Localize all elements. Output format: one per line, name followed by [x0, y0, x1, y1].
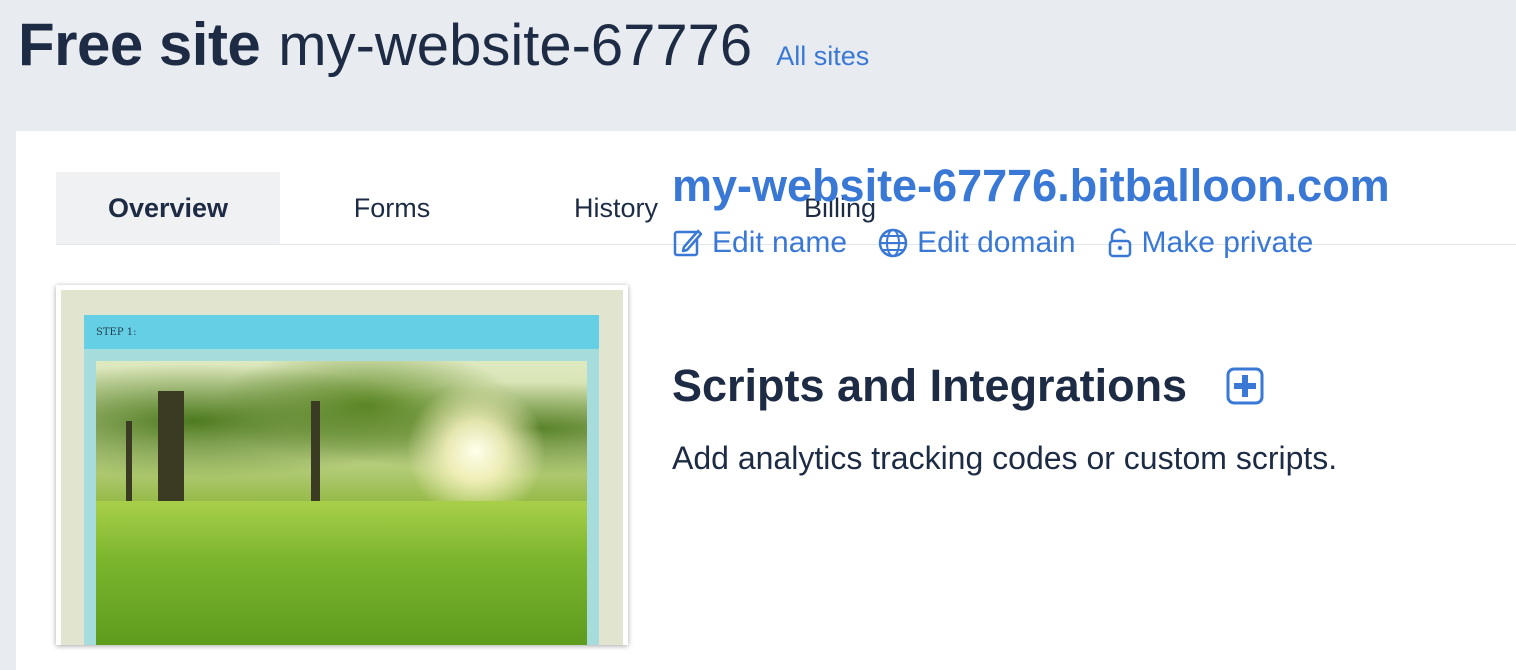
scripts-section-header: Scripts and Integrations	[672, 360, 1265, 412]
add-script-button[interactable]	[1225, 366, 1265, 406]
site-name-title: my-website-67776	[278, 13, 753, 78]
photo-trunk	[311, 401, 320, 501]
plus-icon	[1226, 367, 1264, 405]
make-private-button[interactable]: Make private	[1106, 226, 1314, 260]
site-domain-link[interactable]: my-website-67776.bitballoon.com	[672, 160, 1390, 212]
thumbnail-preview: STEP 1:	[61, 290, 623, 645]
photo-grass	[96, 501, 587, 645]
unlock-icon	[1108, 228, 1131, 258]
thumbnail-step-label: STEP 1:	[84, 315, 599, 349]
all-sites-link[interactable]: All sites	[776, 41, 869, 72]
pencil-icon	[673, 229, 703, 257]
site-info: my-website-67776.bitballoon.com Edit nam…	[672, 160, 1390, 260]
thumbnail-frame	[84, 349, 599, 645]
plan-label: Free site	[18, 11, 261, 78]
site-thumbnail[interactable]: STEP 1:	[56, 285, 628, 645]
edit-name-button[interactable]: Edit name	[672, 226, 847, 260]
tab-forms[interactable]: Forms	[280, 172, 504, 244]
site-actions: Edit name Edit domain Make private	[672, 226, 1390, 260]
photo-trunk	[126, 421, 132, 501]
thumbnail-photo	[96, 361, 587, 645]
photo-sun	[406, 381, 546, 521]
page-header: Free site my-website-67776 All sites	[18, 10, 869, 90]
edit-domain-button[interactable]: Edit domain	[877, 226, 1076, 260]
edit-domain-label: Edit domain	[917, 226, 1076, 259]
scripts-section-description: Add analytics tracking codes or custom s…	[672, 440, 1338, 476]
globe-icon	[878, 228, 908, 258]
scripts-section-title: Scripts and Integrations	[672, 360, 1188, 411]
edit-name-label: Edit name	[712, 226, 848, 259]
photo-trunk	[158, 391, 184, 506]
tab-overview[interactable]: Overview	[56, 172, 280, 244]
make-private-label: Make private	[1141, 226, 1314, 259]
